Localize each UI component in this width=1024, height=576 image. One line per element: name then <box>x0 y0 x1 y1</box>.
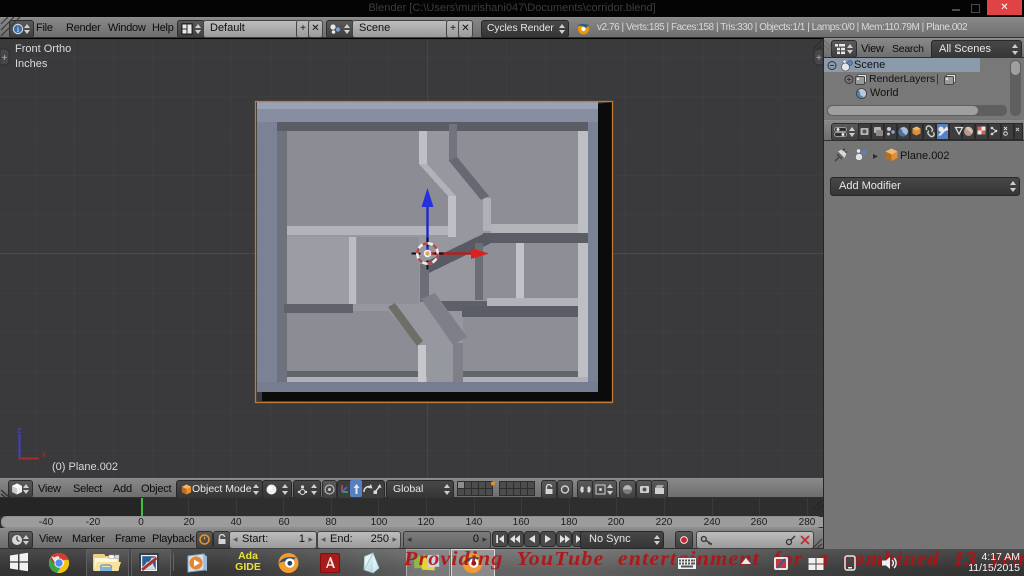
svg-text:100: 100 <box>371 517 388 528</box>
svg-text:120: 120 <box>418 517 435 528</box>
svg-text:260: 260 <box>751 517 768 528</box>
svg-text:Inches: Inches <box>15 58 48 70</box>
svg-text:40: 40 <box>230 517 242 528</box>
svg-text:x: x <box>42 449 47 459</box>
svg-text:z: z <box>17 425 22 435</box>
svg-text:180: 180 <box>561 517 578 528</box>
svg-text:220: 220 <box>656 517 673 528</box>
svg-text:280: 280 <box>799 517 816 528</box>
svg-text:200: 200 <box>608 517 625 528</box>
svg-text:(0) Plane.002: (0) Plane.002 <box>52 461 118 473</box>
svg-text:140: 140 <box>466 517 483 528</box>
svg-text:Front Ortho: Front Ortho <box>15 43 71 55</box>
svg-text:80: 80 <box>325 517 337 528</box>
svg-text:20: 20 <box>183 517 195 528</box>
svg-text:0: 0 <box>138 517 144 528</box>
svg-text:+: + <box>2 53 8 64</box>
svg-text:60: 60 <box>278 517 290 528</box>
svg-text:+: + <box>816 53 822 64</box>
svg-text:-20: -20 <box>86 517 101 528</box>
svg-text:-40: -40 <box>39 517 54 528</box>
svg-text:240: 240 <box>704 517 721 528</box>
svg-text:160: 160 <box>513 517 530 528</box>
